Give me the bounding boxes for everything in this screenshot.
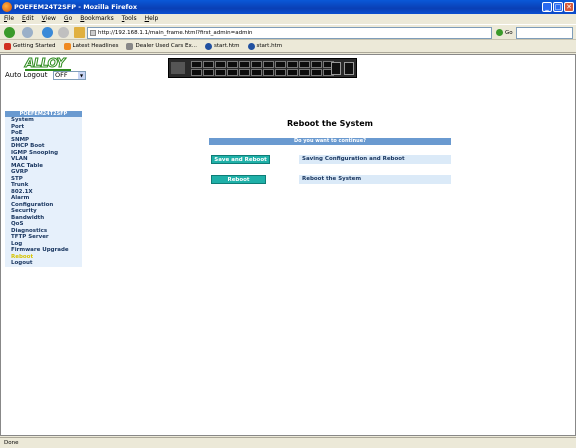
back-icon[interactable]: [4, 27, 15, 38]
bookmark-icon: [4, 42, 11, 50]
minimize-button[interactable]: _: [542, 2, 552, 12]
sfp-port: [344, 62, 354, 75]
reload-icon[interactable]: [42, 27, 53, 38]
auto-logout-label: Auto Logout: [5, 71, 48, 79]
page-title: Reboot the System: [287, 119, 373, 128]
status-text: Done: [4, 440, 19, 446]
search-input[interactable]: [516, 27, 573, 39]
forward-icon[interactable]: [22, 27, 33, 38]
status-bar: Done: [0, 437, 576, 448]
page-icon: [126, 42, 134, 50]
bookmark-start-1[interactable]: start.htm: [204, 40, 240, 52]
address-bar[interactable]: http://192.168.1.1/main_frame.html?first…: [87, 27, 492, 39]
address-url: http://192.168.1.1/main_frame.html?first…: [98, 30, 253, 36]
maximize-button[interactable]: □: [553, 2, 563, 12]
auto-logout-value: OFF: [55, 71, 68, 79]
reboot-description: Reboot the System: [299, 175, 451, 184]
page-icon: [90, 30, 96, 36]
menu-help[interactable]: Help: [145, 14, 159, 24]
switch-brand-plate: [171, 62, 185, 74]
save-and-reboot-description: Saving Configuration and Reboot: [299, 155, 451, 164]
stop-icon[interactable]: [58, 27, 69, 38]
auto-logout-select[interactable]: OFF ▼: [53, 71, 86, 80]
navigation-toolbar: http://192.168.1.1/main_frame.html?first…: [0, 24, 576, 40]
sidebar-item-logout[interactable]: Logout: [5, 260, 82, 267]
alloy-logo: ALLOY: [25, 56, 71, 71]
chevron-down-icon: ▼: [78, 72, 85, 79]
close-button[interactable]: ✕: [564, 2, 574, 12]
menu-edit[interactable]: Edit: [22, 14, 34, 24]
menu-file[interactable]: File: [4, 14, 14, 24]
menu-bookmarks[interactable]: Bookmarks: [80, 14, 114, 24]
switch-front-panel-image: [168, 58, 357, 78]
reboot-button[interactable]: Reboot: [211, 175, 266, 184]
bookmarks-toolbar: Getting Started Latest Headlines Dealer …: [0, 40, 576, 53]
switch-ports: [191, 61, 334, 76]
go-button[interactable]: Go: [496, 28, 513, 38]
globe-icon: [247, 42, 255, 50]
window-titlebar: POEFEM24T2SFP - Mozilla Firefox _ □ ✕: [0, 0, 576, 14]
save-and-reboot-button[interactable]: Save and Reboot: [211, 155, 270, 164]
menu-view[interactable]: View: [42, 14, 56, 24]
menu-tools[interactable]: Tools: [122, 14, 137, 24]
bookmark-start-2[interactable]: start.htm: [247, 40, 282, 52]
menu-bar: File Edit View Go Bookmarks Tools Help: [0, 14, 576, 24]
page-content: ALLOY Auto Logout OFF ▼ POEFEM24T2SFP Sy…: [0, 54, 576, 436]
globe-icon: [204, 42, 212, 50]
firefox-icon: [2, 2, 12, 12]
rss-icon: [63, 42, 71, 50]
window-title: POEFEM24T2SFP - Mozilla Firefox: [14, 3, 138, 11]
menu-go[interactable]: Go: [64, 14, 72, 24]
bookmark-latest-headlines[interactable]: Latest Headlines: [63, 40, 118, 52]
home-icon[interactable]: [74, 27, 85, 38]
bookmark-getting-started[interactable]: Getting Started: [4, 40, 56, 52]
sidebar-menu: POEFEM24T2SFP System Port PoE SNMP DHCP …: [5, 111, 82, 267]
sfp-port: [331, 62, 341, 75]
bookmark-dealer-used-cars[interactable]: Dealer Used Cars Ex...: [126, 40, 197, 52]
confirm-banner: Do you want to continue?: [209, 138, 451, 145]
